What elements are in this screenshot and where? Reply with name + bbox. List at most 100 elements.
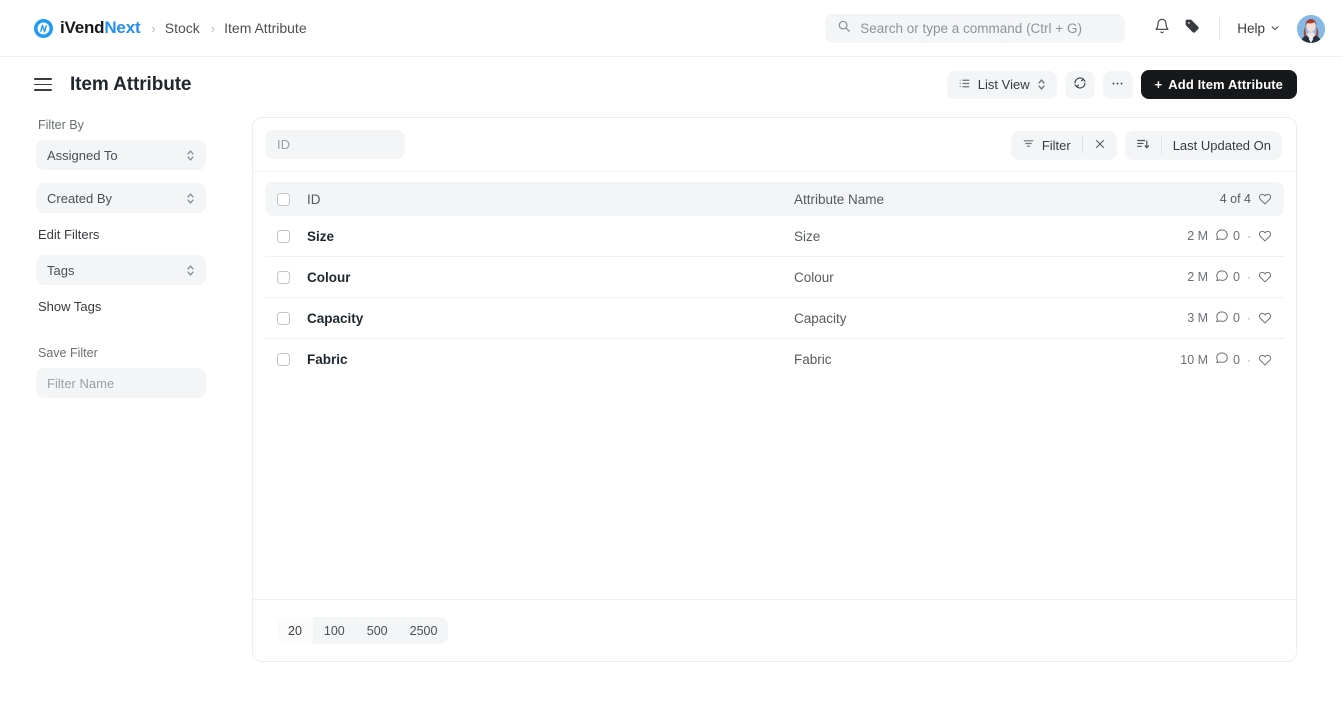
row-comment-group[interactable]: 0 — [1215, 310, 1240, 327]
like-filter-icon[interactable] — [1258, 192, 1272, 206]
breadcrumb-separator-1: › — [151, 20, 156, 36]
table-row[interactable]: Capacity Capacity 3 M 0 · — [265, 298, 1284, 339]
row-attribute-name: Fabric — [794, 352, 832, 367]
page-size-20[interactable]: 20 — [277, 617, 313, 644]
refresh-button[interactable] — [1064, 70, 1095, 99]
row-modified: 2 M — [1187, 229, 1209, 243]
filter-button[interactable]: Filter — [1011, 131, 1082, 160]
sidebar-toggle-icon[interactable] — [34, 77, 52, 92]
more-options-button[interactable] — [1102, 70, 1133, 99]
row-checkbox[interactable] — [277, 270, 290, 284]
filter-by-label: Filter By — [38, 118, 84, 132]
filter-name-input[interactable] — [36, 368, 206, 398]
table-row[interactable]: Size Size 2 M 0 · — [265, 216, 1284, 257]
close-icon — [1094, 138, 1106, 153]
like-icon[interactable] — [1258, 353, 1272, 367]
row-checkbox[interactable] — [277, 311, 290, 325]
meta-separator: · — [1247, 270, 1251, 284]
comment-count: 0 — [1233, 229, 1240, 243]
chevron-up-down-icon — [186, 264, 195, 277]
chevron-up-down-icon — [1037, 78, 1046, 91]
list-card: Filter — [252, 117, 1297, 662]
comment-icon — [1215, 228, 1229, 245]
row-comment-group[interactable]: 0 — [1215, 269, 1240, 286]
search-input[interactable] — [860, 21, 1114, 36]
sort-direction-button[interactable] — [1125, 131, 1161, 160]
ellipsis-icon — [1110, 76, 1125, 94]
breadcrumb-item-attribute[interactable]: Item Attribute — [224, 20, 306, 36]
save-filter-label: Save Filter — [38, 346, 98, 360]
select-all-checkbox[interactable] — [277, 192, 290, 206]
breadcrumb-stock[interactable]: Stock — [165, 20, 200, 36]
like-icon[interactable] — [1258, 311, 1272, 325]
sort-descending-icon — [1136, 137, 1150, 154]
row-id[interactable]: Colour — [307, 270, 794, 285]
comment-count: 0 — [1233, 270, 1240, 284]
tags-select[interactable]: Tags — [36, 255, 206, 285]
list-footer: 20 100 500 2500 — [253, 599, 1296, 661]
column-header-id[interactable]: ID — [307, 192, 794, 207]
table-row[interactable]: Fabric Fabric 10 M 0 · — [265, 339, 1284, 380]
id-filter-input[interactable] — [265, 130, 405, 159]
tags-button[interactable] — [1177, 14, 1207, 44]
page-size-100[interactable]: 100 — [313, 617, 356, 644]
row-meta: 3 M 0 · — [1160, 310, 1272, 327]
plus-icon: + — [1154, 77, 1163, 92]
row-comment-group[interactable]: 0 — [1215, 228, 1240, 245]
help-menu[interactable]: Help — [1232, 18, 1285, 39]
row-id[interactable]: Fabric — [307, 352, 794, 367]
user-avatar-icon — [1297, 14, 1325, 43]
row-modified: 2 M — [1187, 270, 1209, 284]
comment-icon — [1215, 351, 1229, 368]
row-attribute-name: Size — [794, 228, 821, 244]
assigned-to-select[interactable]: Assigned To — [36, 140, 206, 170]
page-size-500[interactable]: 500 — [356, 617, 399, 644]
brand-next: Next — [104, 18, 141, 37]
page-title: Item Attribute — [70, 73, 192, 95]
list-toolbar-right: Filter Last Updated On — [1010, 118, 1282, 172]
ivendnext-logo-icon — [34, 18, 53, 38]
table-row[interactable]: Colour Colour 2 M 0 · — [265, 257, 1284, 298]
search-icon — [837, 19, 851, 38]
global-search[interactable] — [825, 14, 1126, 43]
page-body: Filter By Assigned To Created By Edit Fi… — [0, 112, 1343, 662]
brand-text: iVendNext — [60, 18, 141, 38]
meta-separator: · — [1247, 311, 1251, 325]
refresh-icon — [1073, 76, 1087, 93]
like-icon[interactable] — [1258, 229, 1272, 243]
edit-filters-link[interactable]: Edit Filters — [38, 227, 99, 242]
page-size-selector: 20 100 500 2500 — [277, 617, 449, 644]
row-checkbox[interactable] — [277, 229, 290, 243]
add-item-attribute-button[interactable]: + Add Item Attribute — [1140, 70, 1297, 99]
list-view-switcher[interactable]: List View — [946, 70, 1057, 99]
list-toolbar: Filter — [253, 118, 1296, 172]
row-attribute-name: Colour — [794, 269, 834, 285]
row-checkbox[interactable] — [277, 353, 290, 366]
row-id[interactable]: Capacity — [307, 311, 794, 326]
sort-field-button[interactable]: Last Updated On — [1162, 131, 1282, 160]
avatar[interactable] — [1297, 14, 1325, 43]
navbar-divider — [1219, 17, 1221, 40]
add-button-label: Add Item Attribute — [1168, 77, 1283, 92]
like-icon[interactable] — [1258, 270, 1272, 284]
comment-icon — [1215, 269, 1229, 286]
notifications-button[interactable] — [1147, 14, 1177, 44]
brand-ivend: iVend — [60, 18, 105, 37]
result-count: 4 of 4 — [1219, 192, 1251, 206]
meta-separator: · — [1247, 229, 1251, 243]
bell-icon — [1154, 18, 1170, 39]
show-tags-link[interactable]: Show Tags — [38, 299, 101, 314]
created-by-select[interactable]: Created By — [36, 183, 206, 213]
row-attribute-name: Capacity — [794, 310, 847, 326]
column-header-attribute-name[interactable]: Attribute Name — [794, 192, 1160, 207]
brand-logo[interactable]: iVendNext — [34, 18, 141, 38]
row-id[interactable]: Size — [307, 229, 794, 244]
page-size-2500[interactable]: 2500 — [399, 617, 449, 644]
list-rows-area: ID Attribute Name 4 of 4 Size Size 2 M 0… — [253, 172, 1296, 599]
sort-group: Last Updated On — [1124, 130, 1282, 160]
chevron-down-icon — [1270, 21, 1280, 36]
page-header: Item Attribute List View + Add Item Attr… — [0, 57, 1343, 112]
row-modified: 3 M — [1187, 311, 1209, 325]
clear-filter-button[interactable] — [1083, 131, 1117, 160]
row-comment-group[interactable]: 0 — [1215, 351, 1240, 368]
